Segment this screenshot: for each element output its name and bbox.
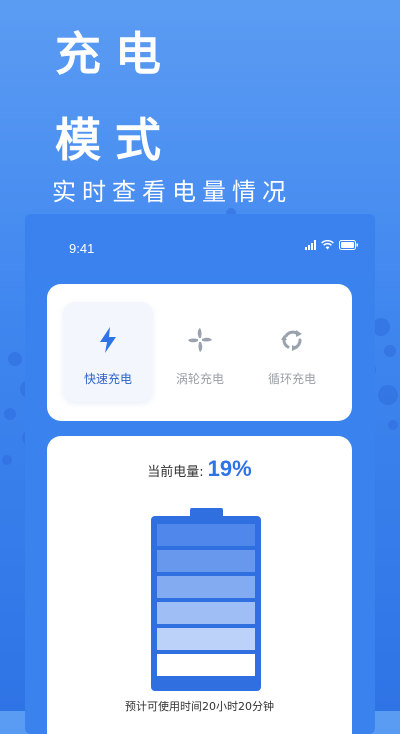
promo-title-line2: 模式: [55, 113, 175, 167]
mode-fast-charge[interactable]: 快速充电: [63, 302, 153, 402]
estimated-time-text: 预计可使用时间20小时20分钟: [125, 700, 274, 713]
charging-mode-card: 快速充电 涡轮充电 循环充电: [47, 284, 352, 421]
battery-cell: [157, 576, 255, 598]
lightning-icon: [92, 324, 124, 356]
mode-label: 循环充电: [267, 372, 316, 386]
fan-icon: [184, 324, 216, 356]
battery-graphic: [151, 516, 261, 691]
battery-cell: [157, 524, 255, 546]
promo-title-line1: 充电: [55, 27, 175, 81]
status-bar: 9:41: [25, 214, 375, 274]
battery-cell: [157, 550, 255, 572]
battery-cell: [157, 628, 255, 650]
phone-screen: 9:41 快速充电 涡轮充电 循环充电 当前电量: 19% 预计可使用时间20小…: [25, 214, 375, 734]
promo-subtitle: 实时查看电量情况: [52, 178, 292, 206]
mode-cycle-charge[interactable]: 循环充电: [247, 302, 337, 402]
battery-icon: [339, 240, 358, 250]
battery-cell: [157, 654, 255, 676]
battery-level-value: 19%: [207, 456, 252, 481]
mode-label: 快速充电: [83, 372, 132, 386]
mode-turbo-charge[interactable]: 涡轮充电: [155, 302, 245, 402]
recycle-icon: [276, 324, 308, 356]
wifi-icon: [321, 240, 334, 250]
battery-cell: [157, 602, 255, 624]
status-icons: [305, 240, 359, 250]
battery-level-label: 当前电量:: [147, 465, 204, 480]
mode-label: 涡轮充电: [175, 372, 224, 386]
signal-icon: [305, 240, 316, 250]
battery-status-card: 当前电量: 19% 预计可使用时间20小时20分钟: [47, 436, 352, 734]
status-time: 9:41: [69, 241, 95, 256]
battery-level-row: 当前电量: 19%: [47, 456, 352, 482]
